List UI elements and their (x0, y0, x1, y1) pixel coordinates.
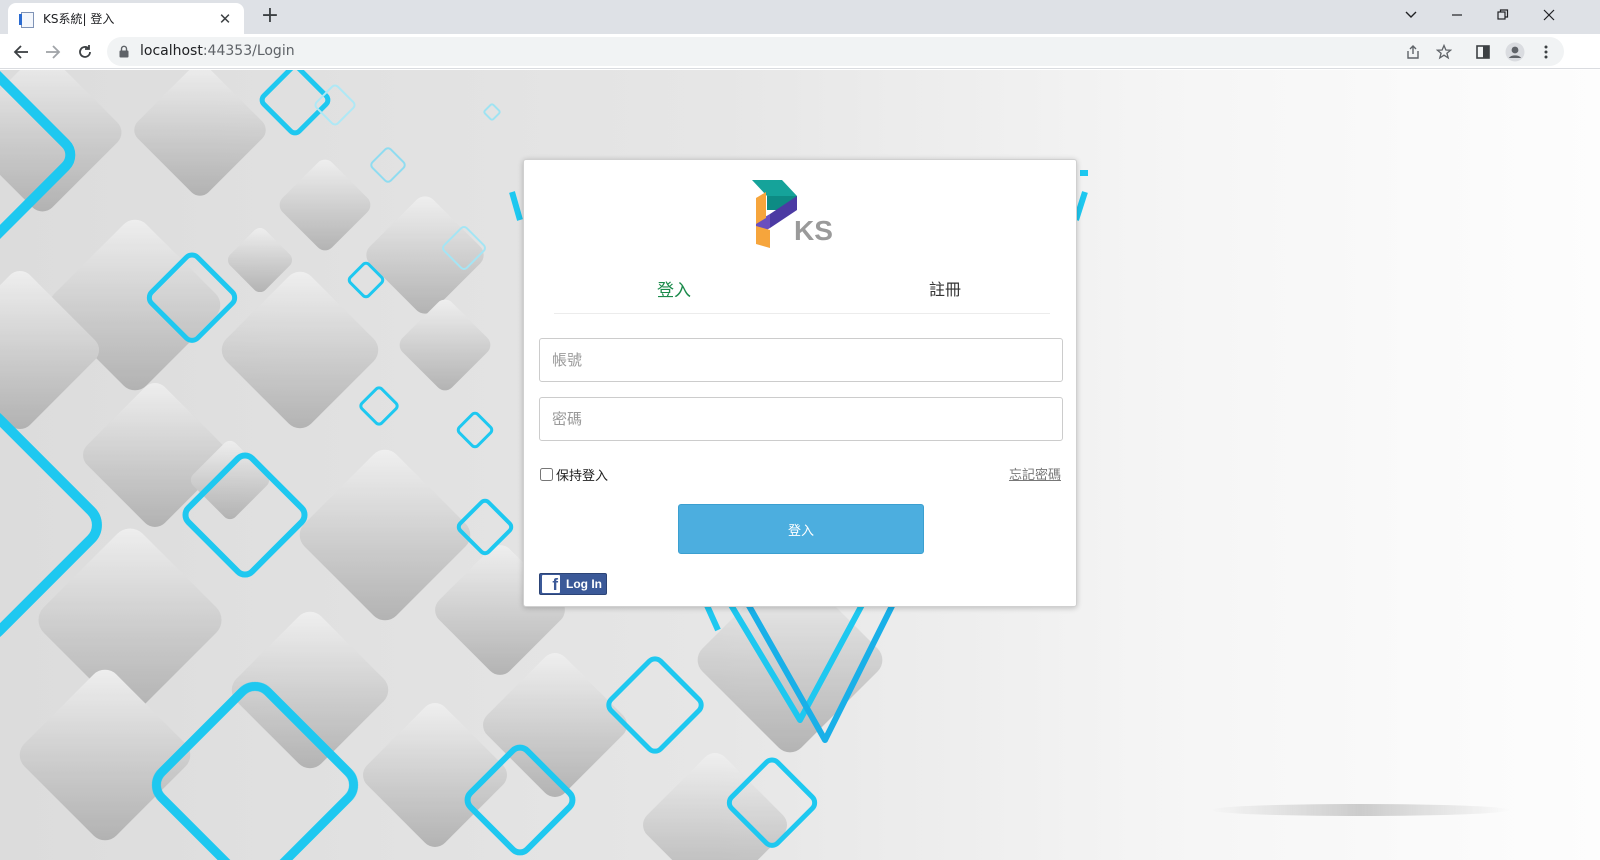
restore-icon (1497, 9, 1509, 20)
share-button[interactable] (1401, 40, 1425, 64)
star-icon (1436, 44, 1452, 60)
chevron-down-icon (1405, 11, 1417, 18)
login-card: KS 登入 註冊 保持登入 忘記密碼 登入 f Log In (523, 159, 1077, 607)
tab-title: KS系統| 登入 (43, 12, 115, 26)
tab-search-button[interactable] (1388, 0, 1434, 30)
ks-logo: KS (752, 180, 833, 248)
reload-icon (79, 45, 91, 58)
new-tab-button[interactable]: + (256, 5, 284, 29)
browser-tab[interactable]: KS系統| 登入 ✕ (8, 3, 244, 34)
page-background: KS 登入 註冊 保持登入 忘記密碼 登入 f Log In (0, 70, 1600, 860)
forward-button[interactable] (41, 40, 65, 64)
remember-checkbox[interactable] (540, 468, 553, 481)
facebook-login-label: Log In (566, 577, 602, 591)
share-icon (1407, 45, 1419, 59)
bookmark-button[interactable] (1432, 40, 1456, 64)
login-button[interactable]: 登入 (678, 504, 924, 554)
arrow-right-icon (46, 45, 61, 59)
window-close-button[interactable] (1526, 0, 1572, 30)
menu-button[interactable] (1534, 40, 1558, 64)
close-icon (1543, 9, 1555, 21)
avatar-icon (1505, 42, 1525, 62)
more-vertical-icon (1544, 45, 1548, 59)
tab-strip: KS系統| 登入 ✕ + (0, 0, 1600, 34)
close-icon[interactable]: ✕ (216, 10, 234, 28)
url-path: :44353/Login (202, 43, 295, 59)
restore-button[interactable] (1480, 0, 1526, 30)
side-panel-icon (1476, 45, 1490, 59)
address-bar[interactable]: localhost:44353/Login (107, 37, 1564, 66)
reload-button[interactable] (73, 40, 97, 64)
remember-me[interactable]: 保持登入 (539, 465, 608, 484)
lock-icon (119, 45, 129, 58)
minimize-icon (1452, 14, 1462, 16)
tab-register[interactable]: 註冊 (929, 276, 961, 300)
logo-text: KS (794, 215, 833, 246)
facebook-icon: f (542, 575, 560, 594)
account-input[interactable] (539, 338, 1063, 382)
floor-shadow (1210, 804, 1510, 816)
tab-login[interactable]: 登入 (657, 276, 691, 301)
url-text: localhost:44353/Login (140, 43, 295, 59)
minimize-button[interactable] (1434, 0, 1480, 30)
login-tabs: 登入 註冊 (554, 270, 1050, 314)
facebook-login-button[interactable]: f Log In (539, 573, 607, 595)
document-icon (18, 11, 34, 28)
remember-label: 保持登入 (556, 469, 609, 484)
browser-toolbar: localhost:44353/Login (0, 34, 1600, 69)
side-panel-button[interactable] (1471, 40, 1495, 64)
password-input[interactable] (539, 397, 1063, 441)
arrow-left-icon (13, 45, 28, 59)
back-button[interactable] (9, 40, 33, 64)
forgot-password-link[interactable]: 忘記密碼 (1009, 464, 1061, 483)
url-host: localhost (140, 43, 203, 59)
profile-button[interactable] (1503, 40, 1527, 64)
